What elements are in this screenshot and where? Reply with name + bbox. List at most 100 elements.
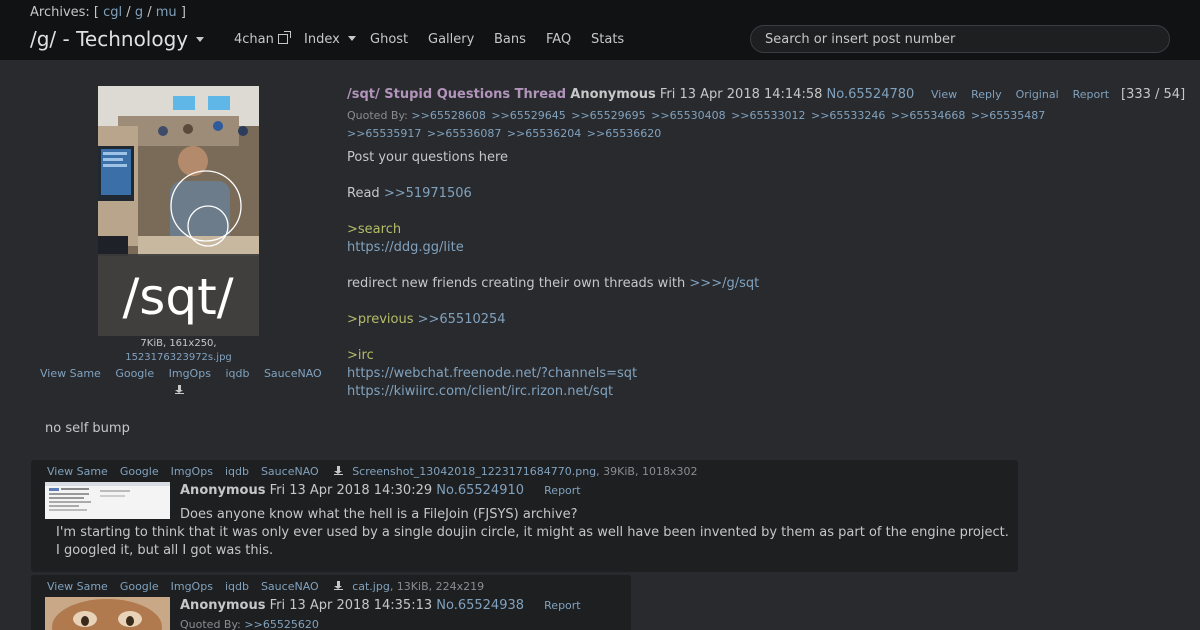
reply-quoted-by: Quoted By: >>65525620 (180, 616, 319, 630)
backlink[interactable]: >>65530408 (651, 109, 725, 122)
google-link[interactable]: Google (120, 580, 159, 593)
saucenao-link[interactable]: SauceNAO (261, 580, 319, 593)
url-link[interactable]: https://ddg.gg/lite (347, 239, 759, 257)
view-same-link[interactable]: View Same (47, 465, 108, 478)
backlink[interactable]: >>65536620 (587, 127, 661, 140)
view-button[interactable]: View (931, 88, 957, 101)
nav-index[interactable]: Index (304, 32, 356, 47)
op-thumbnail[interactable]: /sqt/ (98, 86, 259, 336)
iqdb-link[interactable]: iqdb (225, 580, 249, 593)
backlink[interactable]: >>65536087 (427, 127, 501, 140)
post-subject: /sqt/ Stupid Questions Thread (347, 87, 567, 102)
post-number-link[interactable]: No.65524780 (827, 87, 915, 102)
nav-ghost[interactable]: Ghost (370, 32, 408, 47)
nav-index-label: Index (304, 32, 340, 47)
greentext: >previous (347, 312, 418, 327)
reply-post: View Same Google ImgOps iqdb SauceNAO Screen… (31, 460, 1018, 572)
download-icon[interactable] (334, 581, 344, 590)
post-number-link[interactable]: No.65524938 (436, 598, 524, 613)
saucenao-link[interactable]: SauceNAO (264, 367, 322, 380)
post-date: Fri 13 Apr 2018 14:35:13 (269, 598, 433, 613)
archive-link-g[interactable]: g (135, 5, 143, 20)
archives-separator: / (147, 5, 152, 20)
search-input[interactable] (750, 25, 1170, 53)
poster-name: Anonymous (180, 483, 266, 498)
url-link[interactable]: https://kiwiirc.com/client/irc.rizon.net… (347, 383, 759, 401)
backlink[interactable]: >>65535487 (971, 109, 1045, 122)
greentext: >irc (347, 348, 374, 363)
archive-link-cgl[interactable]: cgl (103, 5, 122, 20)
op-quoted-by: Quoted By: >>65528608 >>65529645 >>65529… (347, 107, 1117, 143)
report-button[interactable]: Report (1073, 88, 1109, 101)
iqdb-link[interactable]: iqdb (225, 465, 249, 478)
nav-bans[interactable]: Bans (494, 32, 526, 47)
post-text: no self bump (45, 421, 130, 436)
board-title-text: /g/ - Technology (30, 27, 189, 51)
post-number-link[interactable]: No.65524910 (436, 483, 524, 498)
backlink[interactable]: >>65529645 (491, 109, 565, 122)
reply-post: View Same Google ImgOps iqdb SauceNAO cat.jp… (31, 575, 631, 630)
imgops-link[interactable]: ImgOps (171, 580, 213, 593)
report-button[interactable]: Report (544, 599, 580, 612)
backlink[interactable]: >>65535917 (347, 127, 421, 140)
post-text: I googled it, but all I got was this. (56, 543, 274, 558)
post-text: redirect new friends creating their own … (347, 276, 690, 291)
op-thumbnail-image: /sqt/ (98, 86, 259, 336)
iqdb-link[interactable]: iqdb (225, 367, 249, 380)
post-quotelink[interactable]: >>65510254 (418, 312, 506, 327)
google-link[interactable]: Google (115, 367, 154, 380)
external-link-icon (277, 31, 291, 44)
op-filename-link[interactable]: 1523176323972s.jpg (100, 352, 257, 363)
nav-stats[interactable]: Stats (591, 32, 624, 47)
post-text: Does anyone know what the hell is a File… (180, 507, 578, 522)
download-icon[interactable] (334, 466, 344, 475)
url-link[interactable]: https://webchat.freenode.net/?channels=s… (347, 365, 759, 383)
quoted-by-label: Quoted By: (347, 109, 408, 122)
op-image-tools: View Same Google ImgOps iqdb SauceNAO (40, 367, 333, 380)
view-same-link[interactable]: View Same (40, 367, 101, 380)
archives-prefix: Archives: [ (30, 5, 99, 20)
poster-name: Anonymous (180, 598, 266, 613)
google-link[interactable]: Google (120, 465, 159, 478)
reply-thumbnail[interactable] (45, 597, 170, 630)
op-post-header: /sqt/ Stupid Questions Thread Anonymous … (347, 87, 914, 102)
archives-separator: / (126, 5, 131, 20)
imgops-link[interactable]: ImgOps (171, 465, 213, 478)
imgops-link[interactable]: ImgOps (169, 367, 211, 380)
op-download-button[interactable] (175, 383, 184, 398)
poster-name: Anonymous (570, 87, 656, 102)
backlink[interactable]: >>65529695 (571, 109, 645, 122)
reply-thumbnail[interactable] (45, 482, 170, 519)
reply-filename-link[interactable]: Screenshot_13042018_1223171684770.png (352, 465, 596, 478)
reply-button[interactable]: Reply (971, 88, 1001, 101)
reply-image-tools: View Same Google ImgOps iqdb SauceNAO cat.jp… (47, 580, 484, 593)
saucenao-link[interactable]: SauceNAO (261, 465, 319, 478)
backlink[interactable]: >>65533012 (731, 109, 805, 122)
nav-4chan[interactable]: 4chan (234, 31, 291, 47)
reply-filename-link[interactable]: cat.jpg (352, 580, 390, 593)
board-title[interactable]: /g/ - Technology (30, 27, 205, 51)
report-button[interactable]: Report (544, 484, 580, 497)
backlink[interactable]: >>65533246 (811, 109, 885, 122)
backlink[interactable]: >>65528608 (411, 109, 485, 122)
op-actions: View Reply Original Report (931, 88, 1123, 101)
backlink[interactable]: >>65534668 (891, 109, 965, 122)
view-same-link[interactable]: View Same (47, 580, 108, 593)
original-button[interactable]: Original (1016, 88, 1059, 101)
reply-thumbnail-image (45, 597, 170, 630)
nav-gallery[interactable]: Gallery (428, 32, 474, 47)
backlink[interactable]: >>65525620 (244, 618, 318, 630)
post-quotelink[interactable]: >>51971506 (384, 186, 472, 201)
op-thumbnail-caption: /sqt/ (122, 268, 233, 326)
archive-link-mu[interactable]: mu (156, 5, 177, 20)
reply-file-meta: , 13KiB, 224x219 (389, 580, 485, 593)
reply-header: Anonymous Fri 13 Apr 2018 14:30:29 No.65… (180, 483, 581, 498)
post-text: Read (347, 186, 384, 201)
nav-4chan-label: 4chan (234, 32, 274, 47)
post-date: Fri 13 Apr 2018 14:14:58 (659, 87, 823, 102)
backlink[interactable]: >>65536204 (507, 127, 581, 140)
chevron-down-icon (347, 36, 356, 41)
nav-faq[interactable]: FAQ (546, 32, 571, 47)
reply-thumbnail-image (45, 482, 170, 519)
board-crosslink[interactable]: >>>/g/sqt (689, 276, 759, 291)
